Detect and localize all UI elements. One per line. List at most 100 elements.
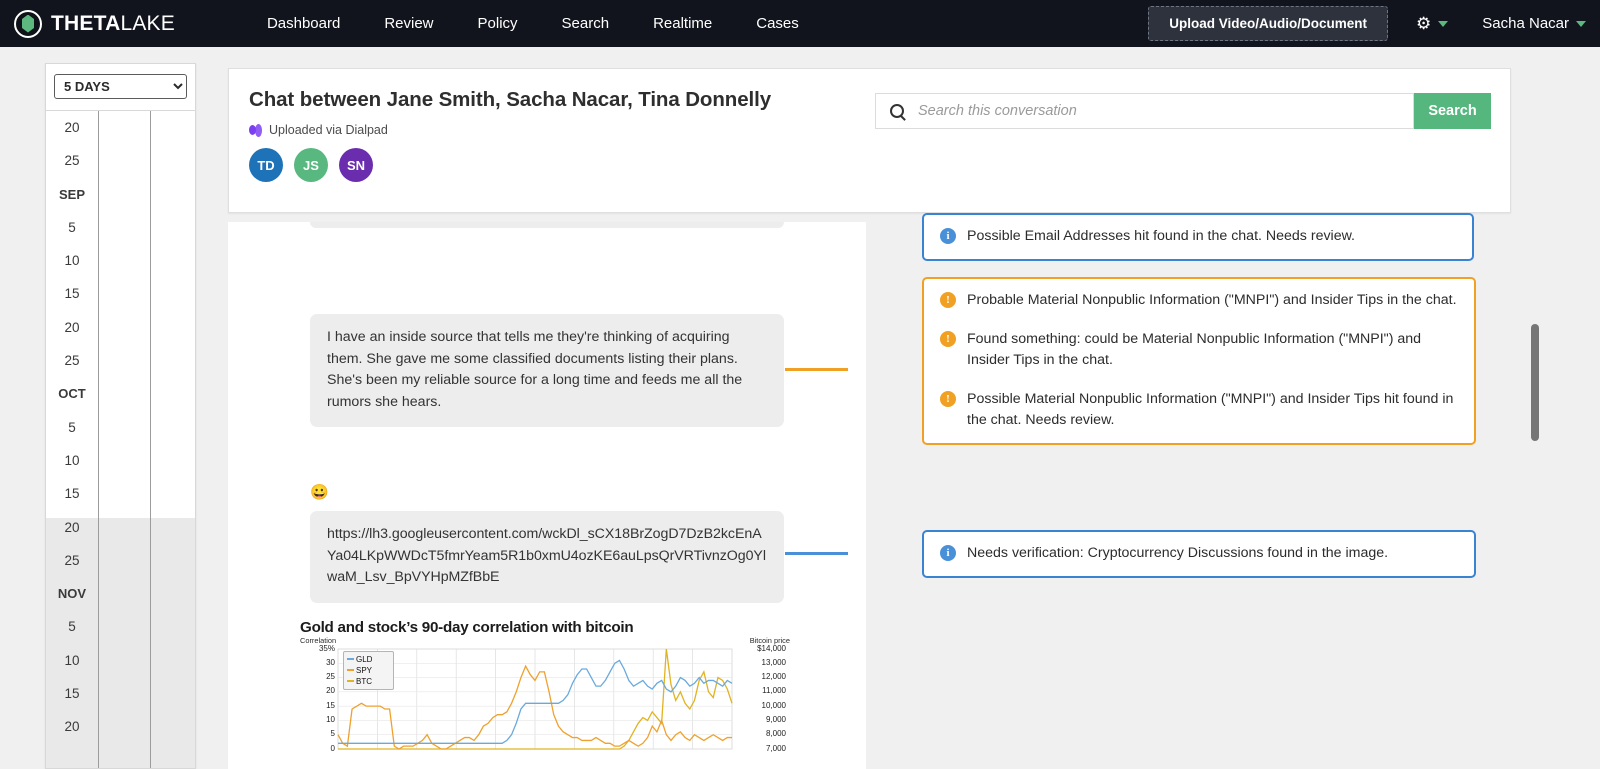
annotation-cryptocurrency[interactable]: i Needs verification: Cryptocurrency Disc… bbox=[922, 530, 1476, 578]
timeline-panel: 5 DAYS 2025SEP510152025OCT510152025NOV51… bbox=[45, 63, 196, 769]
annotation-line: !Probable Material Nonpublic Information… bbox=[940, 290, 1458, 311]
chart-y2tick: 11,000 bbox=[736, 686, 786, 695]
chat-transcript-pane[interactable]: I have an inside source that tells me th… bbox=[228, 222, 866, 769]
page-title: Chat between Jane Smith, Sacha Nacar, Ti… bbox=[249, 88, 771, 112]
chart-ytick: 0 bbox=[301, 744, 335, 753]
uploaded-via-label: Uploaded via Dialpad bbox=[269, 123, 388, 137]
timeline-column-divider-1 bbox=[98, 111, 99, 768]
nav-link-cases[interactable]: Cases bbox=[734, 15, 821, 32]
legend-label: SPY bbox=[356, 666, 372, 675]
info-icon: i bbox=[940, 228, 956, 244]
avatar[interactable]: SN bbox=[339, 148, 373, 182]
annotation-text: Needs verification: Cryptocurrency Discu… bbox=[967, 543, 1388, 564]
timeline-tick: 20 bbox=[46, 710, 98, 743]
warning-icon: ! bbox=[940, 391, 956, 407]
timeline-tick-list: 2025SEP510152025OCT510152025NOV5101520 bbox=[46, 111, 98, 744]
timeline-tick: 20 bbox=[46, 111, 98, 144]
nav-link-policy[interactable]: Policy bbox=[456, 15, 540, 32]
nav-links: Dashboard Review Policy Search Realtime … bbox=[245, 15, 821, 32]
timeline-column-divider-2 bbox=[150, 111, 151, 768]
search-input[interactable] bbox=[918, 103, 1413, 119]
nav-link-search[interactable]: Search bbox=[540, 15, 632, 32]
chart-ytick: 10 bbox=[301, 715, 335, 724]
annotation-text: Found something: could be Material Nonpu… bbox=[967, 329, 1458, 371]
search-button[interactable]: Search bbox=[1414, 93, 1491, 129]
user-menu-label: Sacha Nacar bbox=[1482, 15, 1569, 32]
participant-avatars: TD JS SN bbox=[249, 148, 384, 182]
legend-label: GLD bbox=[356, 655, 372, 664]
avatar[interactable]: JS bbox=[294, 148, 328, 182]
info-icon: i bbox=[940, 545, 956, 561]
timeline-tick: 20 bbox=[46, 311, 98, 344]
nav-link-dashboard[interactable]: Dashboard bbox=[245, 15, 362, 32]
legend-swatch bbox=[347, 669, 354, 671]
upload-video-audio-document-button[interactable]: Upload Video/Audio/Document bbox=[1148, 6, 1388, 41]
chart-legend-item: GLD bbox=[347, 654, 390, 665]
vertical-scrollbar-thumb[interactable] bbox=[1531, 324, 1539, 441]
legend-swatch bbox=[347, 680, 354, 682]
brand-text-light: LAKE bbox=[120, 12, 175, 35]
timeline-tick: 25 bbox=[46, 544, 98, 577]
brand-text-bold: THETA bbox=[51, 12, 120, 35]
annotation-text: Possible Email Addresses hit found in th… bbox=[967, 226, 1355, 247]
legend-label: BTC bbox=[356, 677, 372, 686]
timeline-tick: 25 bbox=[46, 344, 98, 377]
nav-link-review[interactable]: Review bbox=[362, 15, 455, 32]
timeline-tick: 5 bbox=[46, 610, 98, 643]
legend-swatch bbox=[347, 658, 354, 660]
timeline-tick: 20 bbox=[46, 511, 98, 544]
settings-menu[interactable]: ⚙ bbox=[1416, 15, 1448, 32]
timeline-tick: OCT bbox=[46, 377, 98, 410]
nav-link-realtime[interactable]: Realtime bbox=[631, 15, 734, 32]
chat-bubble-url: https://lh3.googleusercontent.com/wckDl_… bbox=[310, 511, 784, 603]
annotation-text: Probable Material Nonpublic Information … bbox=[967, 290, 1457, 311]
timeline-tick: 25 bbox=[46, 144, 98, 177]
brand-logo-thetalake[interactable]: THETALAKE bbox=[14, 10, 175, 38]
annotation-mnpi-insider-tips[interactable]: ! Probable Material Nonpublic Information… bbox=[922, 277, 1476, 445]
connector-line-mnpi bbox=[785, 368, 848, 371]
chart-ytick: 30 bbox=[301, 658, 335, 667]
chart-legend: GLD SPY BTC bbox=[343, 651, 394, 690]
timeline-tick: SEP bbox=[46, 178, 98, 211]
dialpad-icon bbox=[249, 124, 262, 137]
annotation-line: i Possible Email Addresses hit found in t… bbox=[940, 226, 1456, 247]
annotation-text: Possible Material Nonpublic Information … bbox=[967, 389, 1458, 431]
timeline-tick: 10 bbox=[46, 244, 98, 277]
chart-y2tick: 13,000 bbox=[736, 658, 786, 667]
timeline-tick: 15 bbox=[46, 677, 98, 710]
chat-bubble-message: I have an inside source that tells me th… bbox=[310, 314, 784, 427]
timeline-tick: 15 bbox=[46, 277, 98, 310]
timeline-tick: 10 bbox=[46, 444, 98, 477]
chart-y2tick: 7,000 bbox=[736, 744, 786, 753]
chat-embedded-image[interactable]: Gold and stock’s 90-day correlation with… bbox=[300, 619, 790, 755]
annotation-email-addresses[interactable]: i Possible Email Addresses hit found in t… bbox=[922, 213, 1474, 261]
search-icon bbox=[890, 104, 904, 118]
search-box[interactable] bbox=[875, 93, 1414, 129]
timeline-range-wrap: 5 DAYS bbox=[46, 64, 195, 108]
conversation-header-card: Chat between Jane Smith, Sacha Nacar, Ti… bbox=[228, 68, 1511, 213]
timeline-tick: 5 bbox=[46, 211, 98, 244]
timeline-grid: 2025SEP510152025OCT510152025NOV5101520 bbox=[46, 110, 195, 768]
chart-y2tick: 10,000 bbox=[736, 701, 786, 710]
gear-icon: ⚙ bbox=[1416, 15, 1431, 32]
chart-legend-item: SPY bbox=[347, 665, 390, 676]
warning-icon: ! bbox=[940, 331, 956, 347]
timeline-range-select[interactable]: 5 DAYS bbox=[54, 74, 187, 99]
annotation-pane: i Possible Email Addresses hit found in t… bbox=[866, 213, 1600, 769]
user-menu[interactable]: Sacha Nacar bbox=[1482, 15, 1586, 32]
avatar[interactable]: TD bbox=[249, 148, 283, 182]
connector-line-crypto bbox=[785, 552, 848, 555]
annotation-line: ! Found something: could be Material Nonp… bbox=[940, 329, 1458, 371]
conversation-search: Search bbox=[875, 93, 1491, 129]
chart-ytick: 25 bbox=[301, 672, 335, 681]
top-navigation-bar: THETALAKE Dashboard Review Policy Search… bbox=[0, 0, 1600, 47]
chart-y2tick: 9,000 bbox=[736, 715, 786, 724]
timeline-tick: NOV bbox=[46, 577, 98, 610]
chart-y2tick: 8,000 bbox=[736, 729, 786, 738]
chevron-down-icon bbox=[1576, 21, 1586, 27]
chart-title: Gold and stock’s 90-day correlation with… bbox=[300, 619, 790, 636]
chevron-down-icon bbox=[1438, 21, 1448, 27]
chat-emoji-reaction: 😀 bbox=[310, 483, 866, 501]
timeline-tick: 10 bbox=[46, 644, 98, 677]
annotation-line: ! Possible Material Nonpublic Information… bbox=[940, 389, 1458, 431]
